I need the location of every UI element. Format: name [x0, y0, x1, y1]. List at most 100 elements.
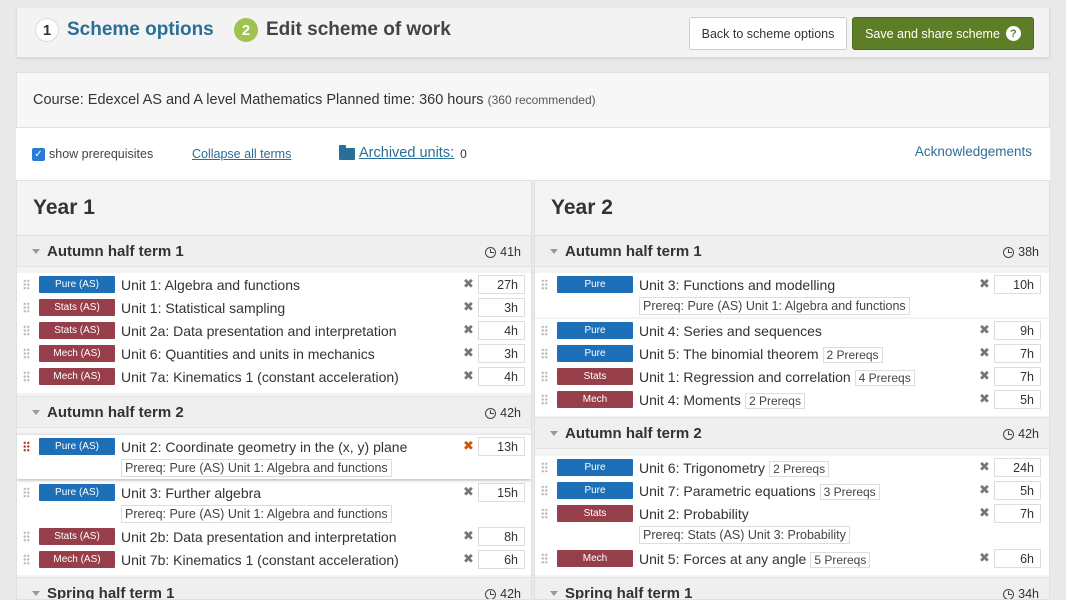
unit-row[interactable]: Pure Unit 6: Trigonometry 2 Prereqs ✖ 24h	[535, 456, 1049, 479]
unit-title[interactable]: Unit 1: Algebra and functions	[121, 277, 300, 293]
unit-title[interactable]: Unit 3: Further algebra	[121, 485, 261, 501]
unit-hours-input[interactable]: 6h	[994, 549, 1041, 568]
unit-hours-input[interactable]: 3h	[478, 298, 525, 317]
unit-hours-input[interactable]: 13h	[478, 437, 525, 456]
unit-hours-input[interactable]: 4h	[478, 367, 525, 386]
unit-title[interactable]: Unit 2: Coordinate geometry in the (x, y…	[121, 439, 407, 455]
unit-row[interactable]: Stats Unit 2: Probability Prereq: Stats …	[535, 502, 1049, 547]
unit-title[interactable]: Unit 2b: Data presentation and interpret…	[121, 529, 397, 545]
unit-row[interactable]: Mech Unit 5: Forces at any angle 5 Prereq…	[535, 547, 1049, 575]
unit-hours-input[interactable]: 7h	[994, 504, 1041, 523]
unit-title[interactable]: Unit 6: Quantities and units in mechanic…	[121, 346, 375, 362]
unit-hours-input[interactable]: 4h	[478, 321, 525, 340]
unit-title[interactable]: Unit 7a: Kinematics 1 (constant accelera…	[121, 369, 399, 385]
collapse-triangle-icon[interactable]	[550, 431, 558, 436]
unit-hours-input[interactable]: 5h	[994, 481, 1041, 500]
drag-handle-icon[interactable]	[23, 487, 30, 498]
term-header[interactable]: Autumn half term 1 38h	[535, 235, 1049, 267]
unit-title[interactable]: Unit 1: Regression and correlation 4 Prer…	[639, 369, 915, 386]
unit-hours-input[interactable]: 15h	[478, 483, 525, 502]
prereq-count-badge[interactable]: 2 Prereqs	[822, 347, 883, 363]
unit-title[interactable]: Unit 2: Probability	[639, 506, 749, 522]
unit-title[interactable]: Unit 7: Parametric equations 3 Prereqs	[639, 483, 880, 500]
unit-hours-input[interactable]: 24h	[994, 458, 1041, 477]
unit-title[interactable]: Unit 6: Trigonometry 2 Prereqs	[639, 460, 830, 477]
checkbox-checked-icon[interactable]: ✓	[32, 147, 45, 161]
remove-icon[interactable]: ✖	[463, 322, 474, 338]
remove-icon[interactable]: ✖	[463, 484, 474, 500]
unit-row[interactable]: Mech (AS) Unit 6: Quantities and units i…	[17, 342, 531, 365]
unit-hours-input[interactable]: 7h	[994, 367, 1041, 386]
drag-handle-icon[interactable]	[541, 279, 548, 290]
help-icon[interactable]: ?	[1005, 26, 1021, 41]
archived-units-link[interactable]: Archived units:	[359, 145, 454, 161]
unit-title[interactable]: Unit 2a: Data presentation and interpret…	[121, 323, 397, 339]
unit-row[interactable]: Mech Unit 4: Moments 2 Prereqs ✖ 5h	[535, 388, 1049, 416]
unit-title[interactable]: Unit 1: Statistical sampling	[121, 300, 285, 316]
remove-icon[interactable]: ✖	[463, 551, 474, 567]
collapse-triangle-icon[interactable]	[550, 591, 558, 596]
unit-row[interactable]: Pure (AS) Unit 1: Algebra and functions …	[17, 273, 531, 296]
acknowledgements-link[interactable]: Acknowledgements	[915, 144, 1032, 159]
unit-hours-input[interactable]: 27h	[478, 275, 525, 294]
unit-hours-input[interactable]: 8h	[478, 527, 525, 546]
unit-title[interactable]: Unit 4: Moments 2 Prereqs	[639, 392, 805, 409]
drag-handle-icon[interactable]	[541, 325, 548, 336]
prereq-count-badge[interactable]: 3 Prereqs	[819, 484, 880, 500]
remove-icon[interactable]: ✖	[463, 299, 474, 315]
term-header[interactable]: Autumn half term 2 42h	[535, 417, 1049, 449]
unit-title[interactable]: Unit 3: Functions and modelling	[639, 277, 835, 293]
remove-icon[interactable]: ✖	[463, 368, 474, 384]
drag-handle-icon[interactable]	[541, 462, 548, 473]
back-to-scheme-options-button[interactable]: Back to scheme options	[689, 17, 847, 50]
unit-row[interactable]: Pure (AS) Unit 3: Further algebra Prereq…	[17, 481, 531, 525]
save-and-share-button[interactable]: Save and share scheme ?	[852, 17, 1034, 50]
drag-handle-icon[interactable]	[541, 394, 548, 405]
unit-hours-input[interactable]: 10h	[994, 275, 1041, 294]
drag-handle-icon[interactable]	[541, 485, 548, 496]
remove-icon[interactable]: ✖	[979, 368, 990, 384]
unit-hours-input[interactable]: 9h	[994, 321, 1041, 340]
unit-row[interactable]: Mech (AS) Unit 7b: Kinematics 1 (constan…	[17, 548, 531, 575]
drag-handle-icon[interactable]	[23, 371, 30, 382]
unit-hours-input[interactable]: 7h	[994, 344, 1041, 363]
prereq-count-badge[interactable]: 5 Prereqs	[810, 552, 871, 568]
unit-hours-input[interactable]: 5h	[994, 390, 1041, 409]
term-header[interactable]: Autumn half term 2 42h	[17, 396, 531, 428]
unit-title[interactable]: Unit 4: Series and sequences	[639, 323, 822, 339]
collapse-all-terms-link[interactable]: Collapse all terms	[192, 147, 291, 161]
drag-handle-icon[interactable]	[23, 554, 30, 565]
prereq-count-badge[interactable]: 4 Prereqs	[854, 370, 915, 386]
remove-icon[interactable]: ✖	[979, 459, 990, 475]
remove-icon[interactable]: ✖	[979, 345, 990, 361]
unit-row[interactable]: Stats Unit 1: Regression and correlation…	[535, 365, 1049, 388]
unit-row[interactable]: Pure Unit 7: Parametric equations 3 Prere…	[535, 479, 1049, 502]
remove-icon[interactable]: ✖	[979, 505, 990, 521]
unit-title[interactable]: Unit 5: Forces at any angle 5 Prereqs	[639, 551, 871, 568]
remove-icon[interactable]: ✖	[463, 345, 474, 361]
step-scheme-options[interactable]: 1 Scheme options	[35, 18, 214, 42]
remove-icon[interactable]: ✖	[463, 276, 474, 292]
unit-row[interactable]: Pure Unit 5: The binomial theorem 2 Prere…	[535, 342, 1049, 365]
unit-row[interactable]: Mech (AS) Unit 7a: Kinematics 1 (constan…	[17, 365, 531, 393]
collapse-triangle-icon[interactable]	[32, 591, 40, 596]
show-prerequisites-toggle[interactable]: ✓ show prerequisites	[32, 147, 153, 161]
collapse-triangle-icon[interactable]	[32, 410, 40, 415]
drag-handle-icon[interactable]	[541, 348, 548, 359]
remove-icon[interactable]: ✖	[463, 528, 474, 544]
term-header[interactable]: Spring half term 1 42h	[17, 577, 531, 599]
drag-handle-icon[interactable]	[541, 508, 548, 519]
prereq-count-badge[interactable]: 2 Prereqs	[744, 393, 805, 409]
unit-title[interactable]: Unit 7b: Kinematics 1 (constant accelera…	[121, 552, 399, 568]
unit-hours-input[interactable]: 3h	[478, 344, 525, 363]
prereq-count-badge[interactable]: 2 Prereqs	[769, 461, 830, 477]
drag-handle-icon[interactable]	[541, 553, 548, 564]
term-header[interactable]: Spring half term 1 34h	[535, 577, 1049, 599]
remove-icon[interactable]: ✖	[979, 391, 990, 407]
unit-title[interactable]: Unit 5: The binomial theorem 2 Prereqs	[639, 346, 883, 363]
drag-handle-icon[interactable]	[541, 371, 548, 382]
remove-icon[interactable]: ✖	[979, 322, 990, 338]
remove-icon[interactable]: ✖	[979, 482, 990, 498]
collapse-triangle-icon[interactable]	[32, 249, 40, 254]
collapse-triangle-icon[interactable]	[550, 249, 558, 254]
